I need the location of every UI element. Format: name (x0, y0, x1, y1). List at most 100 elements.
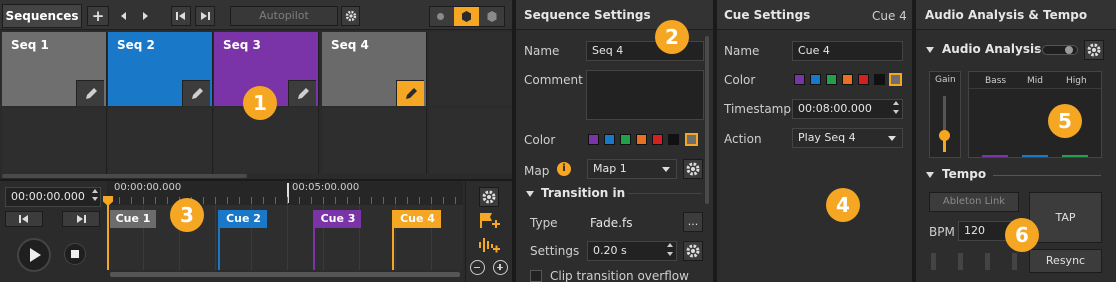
chevron-down-icon (662, 167, 670, 172)
plus-icon-stem (499, 264, 501, 270)
add-cue-flag-icon[interactable] (478, 211, 500, 229)
color-swatch-orange[interactable] (636, 134, 647, 145)
sequence-tile-label: Seq 2 (117, 38, 155, 52)
tempo-collapse-icon[interactable] (926, 172, 934, 178)
audio-analysis-collapse-icon[interactable] (926, 47, 934, 53)
sequence-tile-4[interactable]: Seq 4 (322, 32, 427, 106)
gain-slider-handle[interactable] (939, 130, 950, 141)
zoom-in-button[interactable] (493, 260, 508, 275)
time-stepper-up-icon[interactable] (92, 189, 98, 193)
next-arrow-icon[interactable] (143, 12, 148, 20)
edit-sequence-button[interactable] (182, 80, 210, 106)
clip-overflow-label: Clip transition overflow (550, 269, 689, 282)
audio-settings-button[interactable] (1084, 40, 1104, 60)
transition-settings-button[interactable] (683, 241, 703, 261)
timeline-settings-button[interactable] (479, 187, 499, 207)
ableton-link-button[interactable]: Ableton Link (929, 192, 1019, 212)
cue-block-1[interactable]: Cue 1 (110, 210, 156, 228)
color-swatch-blue[interactable] (604, 134, 615, 145)
empty-tile[interactable] (2, 108, 107, 174)
cue-name-label: Name (724, 44, 760, 58)
timestamp-stepper-down-icon[interactable] (893, 110, 899, 114)
color-swatch-black[interactable] (874, 74, 885, 85)
timeline-skip-back-button[interactable] (5, 211, 43, 227)
color-swatch-gray-selected[interactable] (889, 73, 902, 86)
cue-name-field[interactable]: Cue 4 (792, 41, 903, 61)
sequence-tile-2[interactable]: Seq 2 (108, 32, 213, 106)
transition-duration-field[interactable]: 0.20 s (587, 241, 677, 261)
seq-settings-scrollbar[interactable] (705, 36, 709, 204)
add-waveform-icon[interactable] (478, 236, 500, 254)
add-sequence-button[interactable]: + (87, 6, 109, 26)
resync-button[interactable]: Resync (1029, 249, 1102, 273)
edit-sequence-button[interactable] (76, 80, 104, 106)
skip-forward-button[interactable] (195, 6, 215, 26)
time-field[interactable]: 00:00:00.000 (5, 187, 101, 207)
color-swatch-black[interactable] (668, 134, 679, 145)
ruler-ticks (107, 197, 463, 204)
color-swatch-green[interactable] (826, 74, 837, 85)
color-swatch-blue[interactable] (810, 74, 821, 85)
play-button[interactable] (17, 238, 51, 272)
timestamp-stepper-up-icon[interactable] (893, 101, 899, 105)
time-stepper-down-icon[interactable] (92, 197, 98, 201)
cue-block-3[interactable]: Cue 3 (315, 210, 361, 228)
map-select[interactable]: Map 1 (587, 159, 677, 179)
seq-comment-field[interactable] (586, 70, 704, 120)
color-swatch-purple[interactable] (794, 74, 805, 85)
skip-back-button[interactable] (171, 6, 191, 26)
audio-title: Audio Analysis & Tempo (925, 8, 1088, 22)
transition-collapse-icon[interactable] (526, 191, 534, 197)
empty-tile[interactable] (322, 108, 427, 174)
empty-tile[interactable] (429, 32, 512, 106)
edit-sequence-button[interactable] (288, 80, 316, 106)
info-icon[interactable]: i (557, 162, 571, 176)
color-swatch-purple[interactable] (588, 134, 599, 145)
audio-analysis-toggle[interactable] (1042, 45, 1078, 55)
autopilot-settings-button[interactable] (341, 6, 360, 26)
cue-timestamp-field[interactable]: 00:08:00.000 (792, 99, 903, 119)
cue-block-4[interactable]: Cue 4 (394, 210, 441, 228)
color-swatch-red[interactable] (858, 74, 869, 85)
high-bar (1062, 155, 1088, 157)
view-mode-hex-button[interactable] (482, 7, 502, 26)
transition-divider (628, 193, 702, 194)
edit-sequence-button[interactable] (396, 80, 424, 106)
autopilot-button[interactable]: Autopilot (230, 6, 338, 26)
cue-block-2[interactable]: Cue 2 (220, 210, 267, 228)
view-mode-active-hex-button[interactable] (454, 7, 479, 26)
hexagon-icon (487, 11, 497, 22)
seq-color-label: Color (524, 133, 556, 147)
callout-badge-6: 6 (1005, 218, 1039, 252)
waveform-plus-icon (479, 238, 500, 253)
transition-type-value: Fade.fs (590, 216, 633, 230)
empty-tile[interactable] (429, 108, 512, 174)
callout-badge-5: 5 (1048, 104, 1082, 138)
gear-icon (686, 162, 700, 176)
transition-in-header: Transition in (541, 186, 626, 200)
color-swatch-orange[interactable] (842, 74, 853, 85)
sequence-tile-1[interactable]: Seq 1 (2, 32, 107, 106)
map-settings-button[interactable] (683, 159, 703, 179)
timeline-skip-forward-button[interactable] (62, 211, 100, 227)
tiles-horizontal-scrollbar[interactable] (2, 174, 247, 178)
timeline-horizontal-scrollbar[interactable] (110, 272, 460, 277)
stop-button[interactable] (64, 243, 86, 265)
tap-button[interactable]: TAP (1029, 192, 1102, 243)
empty-tile[interactable] (108, 108, 213, 174)
color-swatch-gray-selected[interactable] (685, 133, 698, 146)
duration-stepper-down-icon[interactable] (667, 252, 673, 256)
duration-stepper-up-icon[interactable] (667, 243, 673, 247)
sequences-tab[interactable]: Sequences (2, 4, 82, 28)
prev-arrow-icon[interactable] (121, 12, 126, 20)
color-swatch-red[interactable] (652, 134, 663, 145)
clip-overflow-checkbox[interactable] (530, 270, 542, 282)
pencil-icon (192, 88, 203, 99)
color-swatch-green[interactable] (620, 134, 631, 145)
zoom-out-button[interactable] (470, 260, 485, 275)
beat-indicator (958, 253, 963, 270)
cue-action-select[interactable]: Play Seq 4 (792, 128, 903, 148)
view-mode-dot-icon[interactable] (437, 13, 444, 20)
bpm-label: BPM (929, 225, 955, 239)
transition-type-browse-button[interactable]: ... (683, 212, 703, 232)
